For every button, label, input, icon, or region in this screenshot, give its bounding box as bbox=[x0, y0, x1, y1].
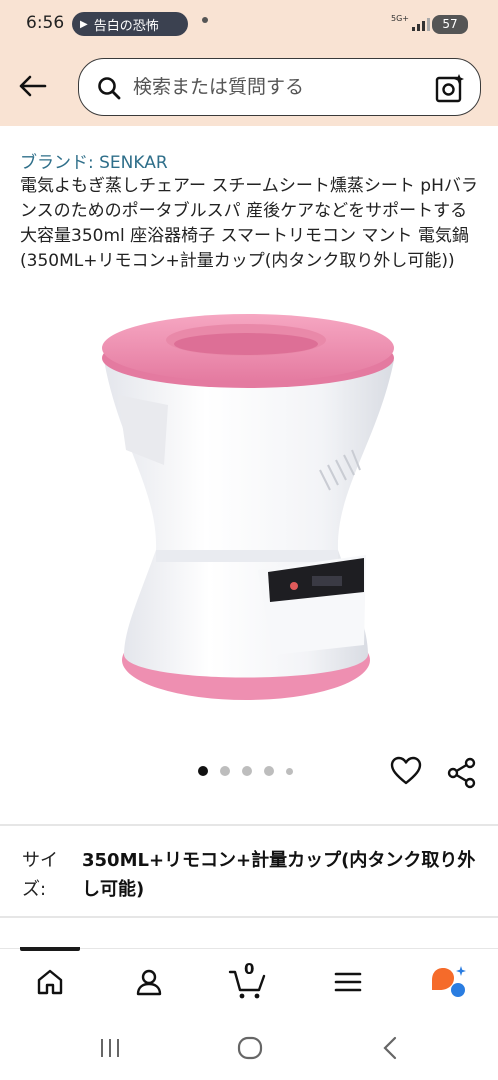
recent-apps-icon[interactable] bbox=[98, 1036, 122, 1060]
divider bbox=[0, 824, 498, 826]
network-type: 5G+ bbox=[391, 14, 409, 23]
product-image[interactable] bbox=[98, 300, 404, 718]
search-bar[interactable] bbox=[78, 58, 481, 116]
nav-menu[interactable] bbox=[326, 961, 370, 1003]
cart-count: 0 bbox=[244, 960, 255, 978]
carousel-dot-1[interactable] bbox=[198, 766, 208, 776]
divider bbox=[0, 916, 498, 918]
status-bar: 6:56 ▶ 告白の恐怖 5G+ 57 bbox=[0, 0, 498, 50]
signal-icon bbox=[412, 17, 430, 31]
image-carousel-dots bbox=[198, 766, 293, 776]
brand-link[interactable]: ブランド: SENKAR bbox=[20, 148, 168, 173]
media-title: 告白の恐怖 bbox=[93, 18, 159, 34]
back-button[interactable] bbox=[10, 66, 54, 106]
nav-assistant[interactable] bbox=[426, 961, 470, 1003]
play-icon: ▶ bbox=[80, 18, 88, 30]
carousel-dot-4[interactable] bbox=[264, 766, 274, 776]
heart-icon[interactable] bbox=[390, 756, 422, 786]
assistant-icon bbox=[432, 966, 466, 997]
home-icon bbox=[37, 969, 63, 995]
back-arrow-icon bbox=[19, 75, 47, 97]
carousel-dot-2[interactable] bbox=[220, 766, 230, 776]
status-time: 6:56 bbox=[26, 13, 65, 33]
back-nav-icon[interactable] bbox=[380, 1036, 400, 1060]
media-notification[interactable]: ▶ 告白の恐怖 bbox=[72, 12, 188, 36]
carousel-dot-3[interactable] bbox=[242, 766, 252, 776]
menu-icon bbox=[334, 972, 362, 992]
carousel-dot-5[interactable] bbox=[286, 767, 293, 775]
size-label: サイズ: bbox=[22, 850, 58, 900]
notification-dot-icon bbox=[202, 17, 208, 23]
system-nav-bar bbox=[0, 1014, 498, 1080]
camera-lens-icon[interactable] bbox=[435, 73, 465, 103]
header bbox=[0, 50, 498, 126]
product-title: 電気よもぎ蒸しチェアー スチームシート燻蒸シート pHバランスのためのポータブル… bbox=[20, 176, 478, 271]
account-icon bbox=[136, 969, 162, 996]
nav-account[interactable] bbox=[127, 961, 171, 1003]
active-tab-indicator bbox=[20, 947, 80, 951]
search-input[interactable] bbox=[133, 71, 423, 103]
share-icon[interactable] bbox=[446, 757, 478, 789]
bottom-nav: 0 bbox=[0, 947, 498, 1014]
size-value[interactable]: 350ML+リモコン+計量カップ(内タンク取り外し可能) bbox=[82, 846, 482, 904]
search-icon bbox=[98, 77, 121, 100]
nav-cart[interactable]: 0 bbox=[226, 960, 270, 1003]
battery-indicator: 57 bbox=[432, 15, 468, 34]
nav-home[interactable] bbox=[28, 961, 72, 1003]
home-button-icon[interactable] bbox=[237, 1036, 263, 1060]
